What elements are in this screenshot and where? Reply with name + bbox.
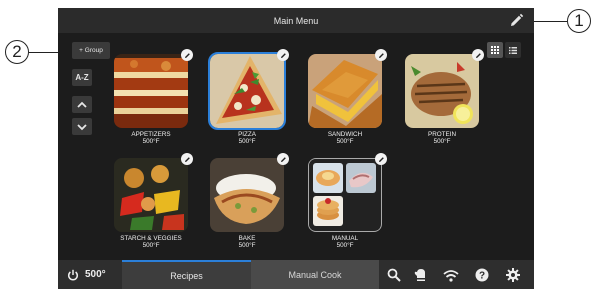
svg-text:?: ?	[479, 271, 485, 282]
search-icon[interactable]	[385, 266, 403, 284]
appetizers-image	[114, 54, 188, 128]
edit-protein-button[interactable]	[472, 49, 484, 61]
protein-image	[405, 54, 479, 128]
pencil-icon	[475, 52, 481, 58]
bake-image	[210, 158, 284, 232]
power-button[interactable]: 500°	[58, 260, 122, 289]
chevron-up-icon	[77, 101, 87, 108]
settings-icon[interactable]	[504, 266, 522, 284]
grid-view-button[interactable]	[487, 42, 503, 58]
recipe-tile-starch-veggies[interactable]: STARCH & VEGGIES 500°F	[114, 153, 193, 249]
recipe-temp: 500°F	[142, 242, 160, 249]
recipe-temp: 500°F	[433, 138, 451, 145]
pencil-icon	[378, 156, 384, 162]
recipe-tile-bake[interactable]: BAKE 500°F	[210, 153, 289, 249]
power-icon	[68, 269, 78, 280]
tab-manual-cook[interactable]: Manual Cook	[251, 260, 379, 289]
sort-az-button[interactable]: A-Z	[72, 69, 92, 86]
page-title: Main Menu	[273, 15, 319, 26]
pencil-icon	[184, 52, 190, 58]
list-view-icon	[509, 46, 517, 54]
pencil-icon	[378, 52, 384, 58]
tab-recipes[interactable]: Recipes	[122, 260, 251, 289]
recipe-name: PROTEIN	[428, 131, 456, 138]
callout-1-number: 1	[574, 11, 584, 30]
wifi-icon[interactable]	[442, 266, 460, 284]
starch-veggies-image	[114, 158, 188, 232]
recipe-tile-protein[interactable]: PROTEIN 500°F	[405, 49, 484, 145]
recipe-name: STARCH & VEGGIES	[120, 235, 182, 242]
recipe-tile-sandwich[interactable]: SANDWICH 500°F	[308, 49, 387, 145]
scroll-up-button[interactable]	[72, 96, 92, 113]
help-icon[interactable]: ?	[473, 266, 491, 284]
pencil-icon	[280, 156, 286, 162]
recipe-name: BAKE	[238, 235, 256, 242]
edit-manual-button[interactable]	[375, 153, 387, 165]
bottom-bar: 500° Recipes Manual Cook ?	[58, 260, 534, 289]
callout-1-leader	[534, 21, 567, 22]
recipe-temp: 500°F	[336, 138, 354, 145]
recipe-name: PIZZA	[238, 131, 256, 138]
oven-temperature: 500°	[85, 269, 106, 280]
edit-starch-veggies-button[interactable]	[181, 153, 193, 165]
recipe-temp: 500°F	[238, 242, 256, 249]
device-screen: Main Menu + Group A-Z APPETIZERS 500°F P…	[58, 8, 534, 289]
recipe-temp: 500°F	[336, 242, 354, 249]
recipe-name: APPETIZERS	[131, 131, 171, 138]
recipe-temp: 500°F	[238, 138, 256, 145]
recipe-tile-appetizers[interactable]: APPETIZERS 500°F	[114, 49, 193, 145]
callout-2: 2	[5, 40, 29, 64]
oven-mitt-icon[interactable]	[412, 266, 430, 284]
list-view-button[interactable]	[505, 42, 521, 58]
grid-view-icon	[491, 46, 499, 54]
pencil-icon[interactable]	[509, 13, 524, 28]
edit-bake-button[interactable]	[277, 153, 289, 165]
pizza-image	[208, 52, 286, 130]
edit-appetizers-button[interactable]	[181, 49, 193, 61]
edit-sandwich-button[interactable]	[375, 49, 387, 61]
edit-pizza-button[interactable]	[277, 49, 289, 61]
scroll-down-button[interactable]	[72, 118, 92, 135]
pencil-icon	[280, 52, 286, 58]
callout-1: 1	[567, 9, 591, 33]
sandwich-image	[308, 54, 382, 128]
add-group-button[interactable]: + Group	[72, 42, 110, 59]
manual-group-thumbnails	[308, 158, 382, 232]
chevron-down-icon	[77, 123, 87, 130]
recipe-tile-pizza[interactable]: PIZZA 500°F	[208, 49, 289, 145]
recipe-name: MANUAL	[331, 235, 359, 242]
sort-az-label: A-Z	[75, 73, 89, 82]
callout-2-number: 2	[12, 42, 22, 61]
recipe-name: SANDWICH	[327, 131, 363, 138]
recipe-tile-manual[interactable]: MANUAL 500°F	[308, 153, 387, 249]
top-bar: Main Menu	[58, 8, 534, 33]
recipe-temp: 500°F	[142, 138, 160, 145]
pencil-icon	[184, 156, 190, 162]
